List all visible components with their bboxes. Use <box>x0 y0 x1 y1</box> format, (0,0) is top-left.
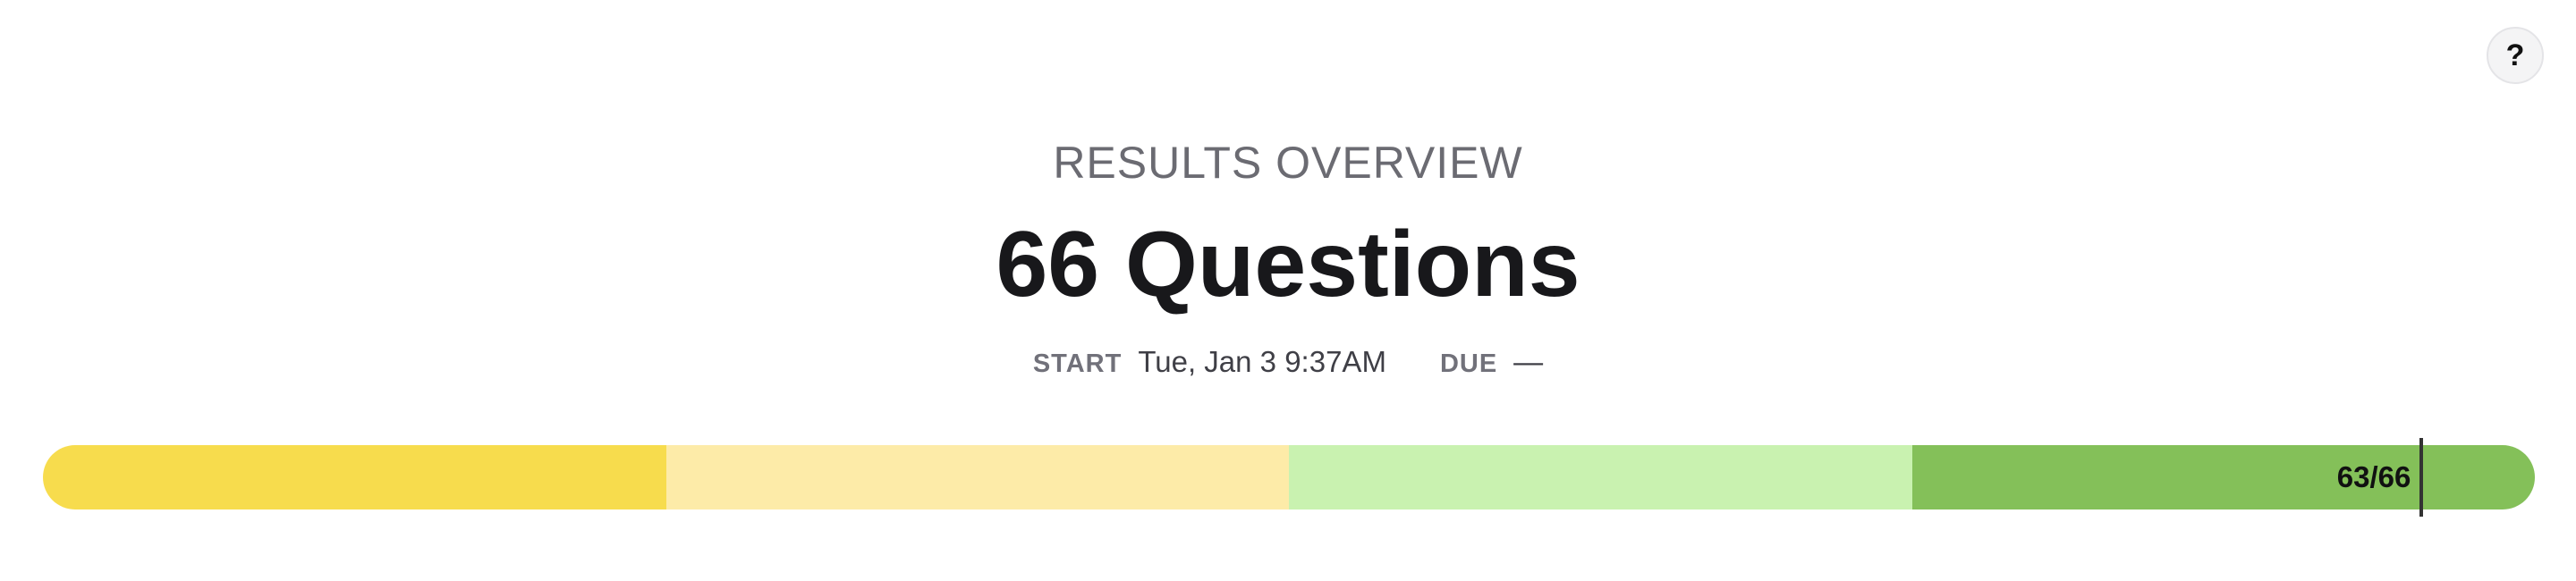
overview-label: RESULTS OVERVIEW <box>1053 138 1523 188</box>
help-button[interactable]: ? <box>2487 27 2544 84</box>
meta-row: START Tue, Jan 3 9:37AM DUE — <box>0 340 2576 386</box>
results-overview-page: ? RESULTS OVERVIEW 66 Questions START Tu… <box>0 0 2576 581</box>
progress-segment-3 <box>1289 445 1912 509</box>
due-value: — <box>1513 345 1544 378</box>
due-label: DUE <box>1439 349 1498 378</box>
progress-count: 63/66 <box>2336 460 2411 493</box>
progress-segment-4 <box>1911 445 2535 509</box>
page-title: 66 Questions <box>996 213 1580 316</box>
help-icon: ? <box>2505 38 2525 72</box>
progress-marker <box>2419 438 2424 517</box>
start-label: START <box>1032 349 1123 378</box>
progress-segment-1 <box>43 445 666 509</box>
progress-segment-2 <box>665 445 1289 509</box>
start-value: Tue, Jan 3 9:37AM <box>1138 345 1386 378</box>
progress-bar <box>43 445 2535 509</box>
